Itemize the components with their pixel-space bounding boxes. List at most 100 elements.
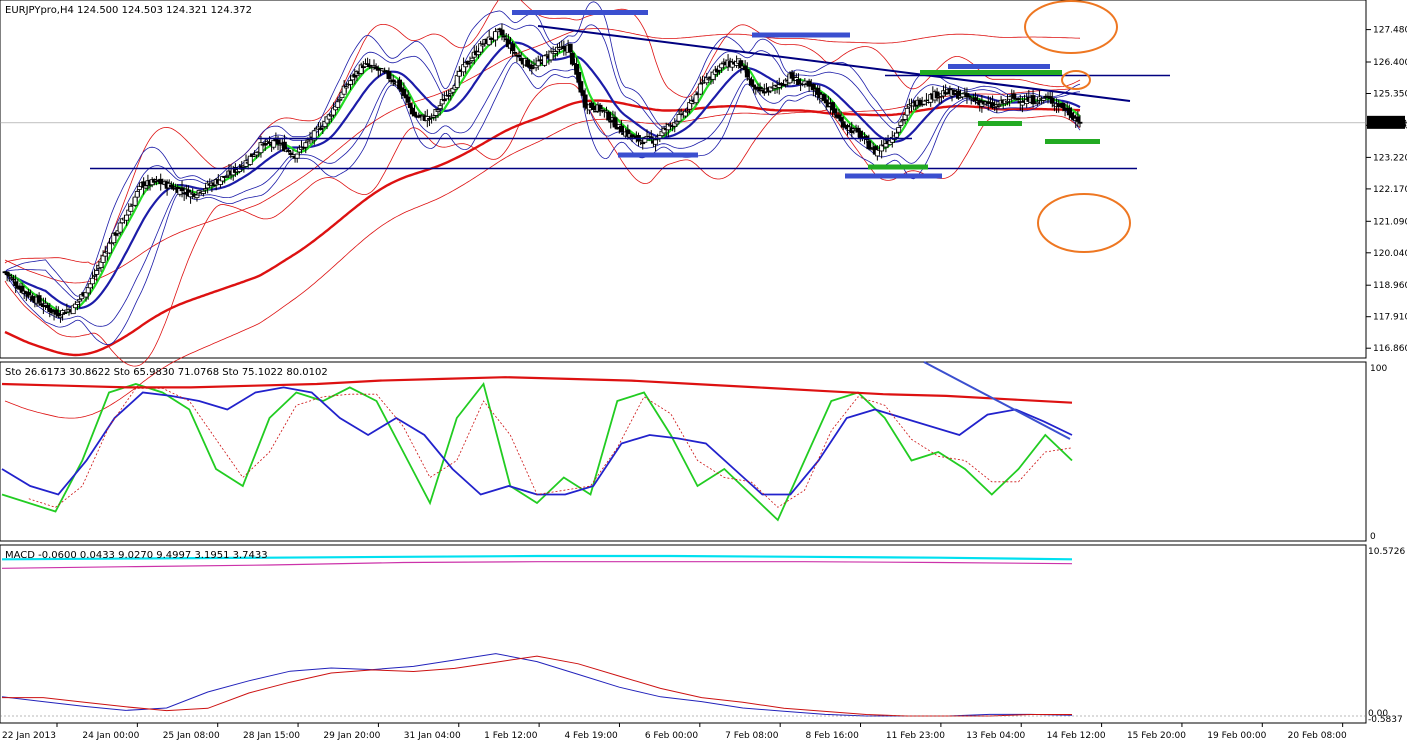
time-tick-label: 4 Feb 19:00 <box>564 731 618 741</box>
candle-body <box>966 95 972 98</box>
candle-body <box>960 93 966 98</box>
time-tick-label: 20 Feb 08:00 <box>1288 731 1347 741</box>
candle-body <box>380 68 385 72</box>
candle-body <box>1015 98 1021 100</box>
candle-body <box>134 191 140 198</box>
candle-body <box>4 271 10 276</box>
candle-body <box>706 78 712 81</box>
candle-body <box>55 312 61 317</box>
candle-body <box>275 139 281 145</box>
candle-body <box>435 109 441 112</box>
candle-body <box>608 120 614 123</box>
stochastic-pane[interactable] <box>0 361 1367 542</box>
candle-body <box>386 71 392 79</box>
candle-body <box>866 140 872 150</box>
candle-body <box>203 188 208 191</box>
candle-body <box>606 111 612 121</box>
candle-body <box>77 298 83 302</box>
candle-body <box>896 127 902 133</box>
candle-body <box>1005 100 1010 103</box>
time-tick-label: 24 Jan 00:00 <box>82 731 139 741</box>
price-pane[interactable] <box>0 0 1367 359</box>
candle-body <box>746 77 752 80</box>
candle-body <box>36 295 42 303</box>
candle-body <box>13 281 19 287</box>
candle-body <box>431 115 437 118</box>
candle-body <box>343 86 349 89</box>
candle-body <box>1020 102 1025 106</box>
candle-body <box>510 43 516 52</box>
candle-body <box>499 29 505 36</box>
time-tick-label: 31 Jan 04:00 <box>404 731 461 741</box>
candle-body <box>1077 121 1083 124</box>
macd-header: MACD -0.0600 0.0433 9.0270 9.4997 3.1951… <box>5 550 268 561</box>
candle-body <box>100 255 106 263</box>
candle-body <box>693 94 699 104</box>
candle-body <box>335 101 341 108</box>
price-tick-label: 118.960 <box>1373 281 1407 291</box>
candle-body <box>45 305 51 308</box>
time-tick-label: 1 Feb 12:00 <box>484 731 538 741</box>
candle-body <box>537 59 543 62</box>
candle-body <box>832 108 838 114</box>
candle-body <box>697 83 703 95</box>
candle-body <box>495 29 501 33</box>
candle-body <box>92 274 97 277</box>
sto-tick-0: 0 <box>1370 532 1376 542</box>
candle-body <box>685 110 690 113</box>
candle-body <box>405 96 411 103</box>
candle-body <box>437 105 443 109</box>
candle-body <box>62 312 68 315</box>
candle-body <box>181 192 187 195</box>
macd-pane[interactable] <box>0 544 1367 724</box>
candle-body <box>1041 97 1047 101</box>
candle-body <box>535 60 541 67</box>
candle-body <box>446 94 452 97</box>
price-tick-label: 125.350 <box>1373 90 1407 100</box>
time-tick-label: 29 Jan 20:00 <box>323 731 380 741</box>
candle-body <box>85 287 91 294</box>
chart-window[interactable]: 127.480126.400125.350124.290123.220122.1… <box>0 0 1407 745</box>
candle-body <box>441 99 447 102</box>
candle-body <box>390 79 396 83</box>
candle-body <box>337 98 343 101</box>
macd-tick-max: 10.5726 <box>1368 547 1405 557</box>
time-tick-label: 15 Feb 20:00 <box>1127 731 1186 741</box>
candle-body <box>676 114 682 122</box>
candle-body <box>591 105 597 111</box>
candle-body <box>868 148 874 151</box>
candle-body <box>30 296 36 301</box>
candle-body <box>200 190 206 194</box>
price-tick-label: 121.090 <box>1373 217 1407 227</box>
time-tick-label: 28 Jan 15:00 <box>243 731 300 741</box>
candle-body <box>456 71 462 77</box>
chart-canvas[interactable]: 127.480126.400125.350124.290123.220122.1… <box>0 0 1407 745</box>
candle-body <box>469 57 475 61</box>
candle-body <box>619 125 624 133</box>
candle-body <box>58 315 63 319</box>
candle-body <box>674 121 680 125</box>
candle-body <box>247 155 253 165</box>
candle-body <box>373 66 379 69</box>
price-tick-label: 126.400 <box>1373 58 1407 68</box>
price-tick-label: 116.860 <box>1373 344 1407 354</box>
candle-body <box>365 63 370 66</box>
time-tick-label: 7 Feb 08:00 <box>725 731 779 741</box>
candle-body <box>493 31 498 41</box>
price-tick-label: 127.480 <box>1373 26 1407 36</box>
candle-body <box>179 187 185 192</box>
candle-body <box>567 43 573 53</box>
candle-body <box>751 84 757 88</box>
candle-body <box>516 54 522 58</box>
candle-body <box>294 153 300 159</box>
price-tick-label: 122.170 <box>1373 185 1407 195</box>
candle-body <box>194 194 200 199</box>
candle-body <box>271 139 277 148</box>
candle-body <box>480 44 486 47</box>
time-tick-label: 6 Feb 00:00 <box>645 731 699 741</box>
candle-body <box>781 84 786 87</box>
candle-body <box>75 301 80 305</box>
candle-body <box>318 127 324 130</box>
candle-body <box>894 132 899 138</box>
time-tick-label: 19 Feb 00:00 <box>1207 731 1266 741</box>
